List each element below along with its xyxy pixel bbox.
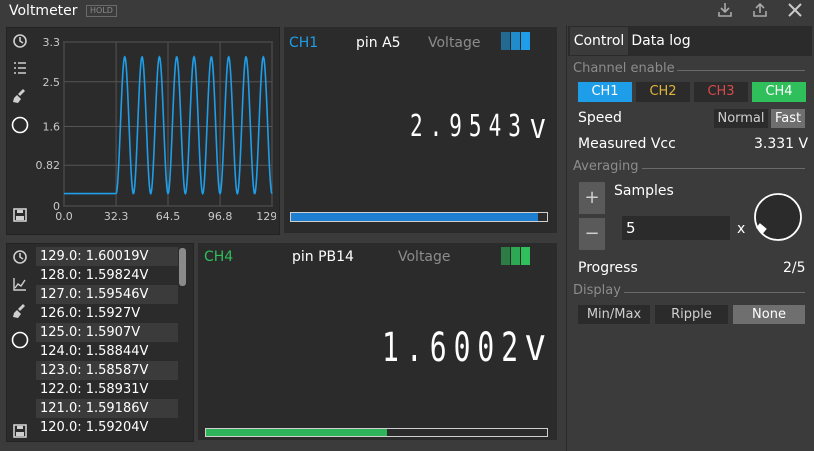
log-scrollbar-thumb[interactable]	[179, 248, 186, 286]
meter2-channel-label: CH4	[204, 249, 234, 265]
channel-toggle-ch4[interactable]: CH4	[752, 82, 806, 102]
display-none-button[interactable]: None	[733, 305, 805, 324]
close-icon[interactable]	[784, 1, 806, 24]
list-item[interactable]: 121.0: 1.59186V	[36, 399, 178, 418]
title-bar	[0, 0, 814, 24]
meter2-unit: V	[525, 329, 546, 369]
x-tick-label: 32.3	[104, 210, 129, 223]
display-minmax-button[interactable]: Min/Max	[578, 305, 650, 324]
history-icon[interactable]	[10, 33, 30, 53]
x-tick-label: 129.0	[256, 210, 276, 223]
section-divider	[677, 70, 805, 71]
meter1-progress-fill	[291, 213, 539, 221]
indicator-segment	[521, 247, 530, 265]
indicator-segment	[501, 247, 510, 265]
window-title: Voltmeter	[9, 3, 78, 19]
meter2-progress-track	[205, 428, 548, 437]
decrement-button[interactable]: −	[579, 218, 605, 250]
list-item[interactable]: 124.0: 1.58844V	[36, 342, 178, 361]
list-item[interactable]: 129.0: 1.60019V	[36, 247, 178, 266]
x-tick-label: 96.8	[208, 210, 233, 223]
channel-toggle-ch2[interactable]: CH2	[636, 82, 690, 102]
download-icon[interactable]	[714, 1, 736, 24]
list-item[interactable]: 126.0: 1.5927V	[36, 304, 178, 323]
tab-data-log[interactable]: Data log	[629, 27, 693, 55]
clear-brush-icon[interactable]	[10, 303, 30, 323]
y-tick-label: 0.82	[36, 159, 61, 172]
meter2-mode-label: Voltage	[398, 249, 451, 265]
meter2-value: 1.6002	[382, 325, 526, 371]
display-section-title: Display	[573, 283, 621, 298]
display-ripple-button[interactable]: Ripple	[655, 305, 728, 324]
section-divider	[624, 292, 805, 293]
indicator-segment	[521, 32, 530, 50]
list-item[interactable]: 127.0: 1.59546V	[36, 285, 178, 304]
meter2-color-indicator[interactable]	[501, 247, 531, 265]
record-circle-icon[interactable]	[10, 331, 30, 353]
channel-toggle-ch3[interactable]: CH3	[694, 82, 748, 102]
log-list[interactable]: 129.0: 1.60019V 128.0: 1.59824V 127.0: 1…	[36, 247, 178, 438]
speed-fast-button[interactable]: Fast	[771, 109, 805, 128]
voltage-chart: 0.032.364.596.8129.000.821.62.53.3	[36, 36, 277, 223]
multiplier-label: x	[737, 221, 746, 237]
meter1-pin-label: pin A5	[356, 35, 401, 51]
x-tick-label: 64.5	[156, 210, 181, 223]
progress-label: Progress	[578, 260, 638, 276]
save-icon[interactable]	[10, 207, 30, 227]
list-item[interactable]: 122.0: 1.58931V	[36, 380, 178, 399]
meter1-channel-label: CH1	[289, 35, 319, 51]
list-item[interactable]: 120.0: 1.59204V	[36, 418, 178, 437]
tab-control[interactable]: Control	[570, 27, 628, 55]
export-icon[interactable]	[749, 1, 771, 24]
save-icon[interactable]	[10, 423, 30, 443]
meter1-value: 2.9543	[410, 109, 528, 144]
meter1-color-indicator[interactable]	[501, 32, 531, 50]
samples-input[interactable]: 5	[622, 216, 730, 240]
list-item[interactable]: 128.0: 1.59824V	[36, 266, 178, 285]
meter1-progress-track	[290, 212, 548, 222]
progress-value: 2/5	[783, 260, 806, 276]
hold-badge[interactable]: HOLD	[86, 5, 117, 17]
list-item[interactable]: 125.0: 1.5907V	[36, 323, 178, 342]
indicator-segment	[501, 32, 510, 50]
list-item[interactable]: 123.0: 1.58587V	[36, 361, 178, 380]
clear-brush-icon[interactable]	[10, 88, 30, 108]
section-divider	[642, 168, 805, 169]
list-icon[interactable]	[10, 60, 30, 80]
channel-toggle-ch1[interactable]: CH1	[578, 82, 632, 102]
y-tick-label: 3.3	[43, 36, 61, 49]
meter2-pin-label: pin PB14	[292, 249, 354, 265]
increment-button[interactable]: +	[579, 182, 605, 214]
y-tick-label: 0	[53, 200, 60, 213]
indicator-segment	[511, 247, 520, 265]
meter-ch4-panel: CH4 pin PB14 Voltage 1.6002 V	[198, 243, 557, 440]
speed-label: Speed	[578, 110, 622, 126]
samples-dial[interactable]	[752, 191, 804, 243]
meter2-progress-fill	[206, 429, 387, 436]
vcc-value: 3.331 V	[754, 136, 809, 152]
history-icon[interactable]	[10, 249, 30, 269]
indicator-segment	[511, 32, 520, 50]
meter1-mode-label: Voltage	[428, 35, 481, 51]
channel-enable-section-title: Channel enable	[573, 61, 675, 76]
meter1-unit: V	[530, 115, 546, 145]
meter-ch1-panel: CH1 pin A5 Voltage 2.9543 V	[284, 27, 557, 233]
vcc-label: Measured Vcc	[578, 136, 676, 152]
record-circle-icon[interactable]	[10, 116, 30, 138]
speed-normal-button[interactable]: Normal	[714, 109, 768, 128]
samples-label: Samples	[614, 183, 674, 199]
y-tick-label: 2.5	[43, 76, 61, 89]
y-tick-label: 1.6	[43, 120, 61, 133]
chart-line-icon[interactable]	[10, 276, 30, 296]
averaging-section-title: Averaging	[573, 159, 639, 174]
